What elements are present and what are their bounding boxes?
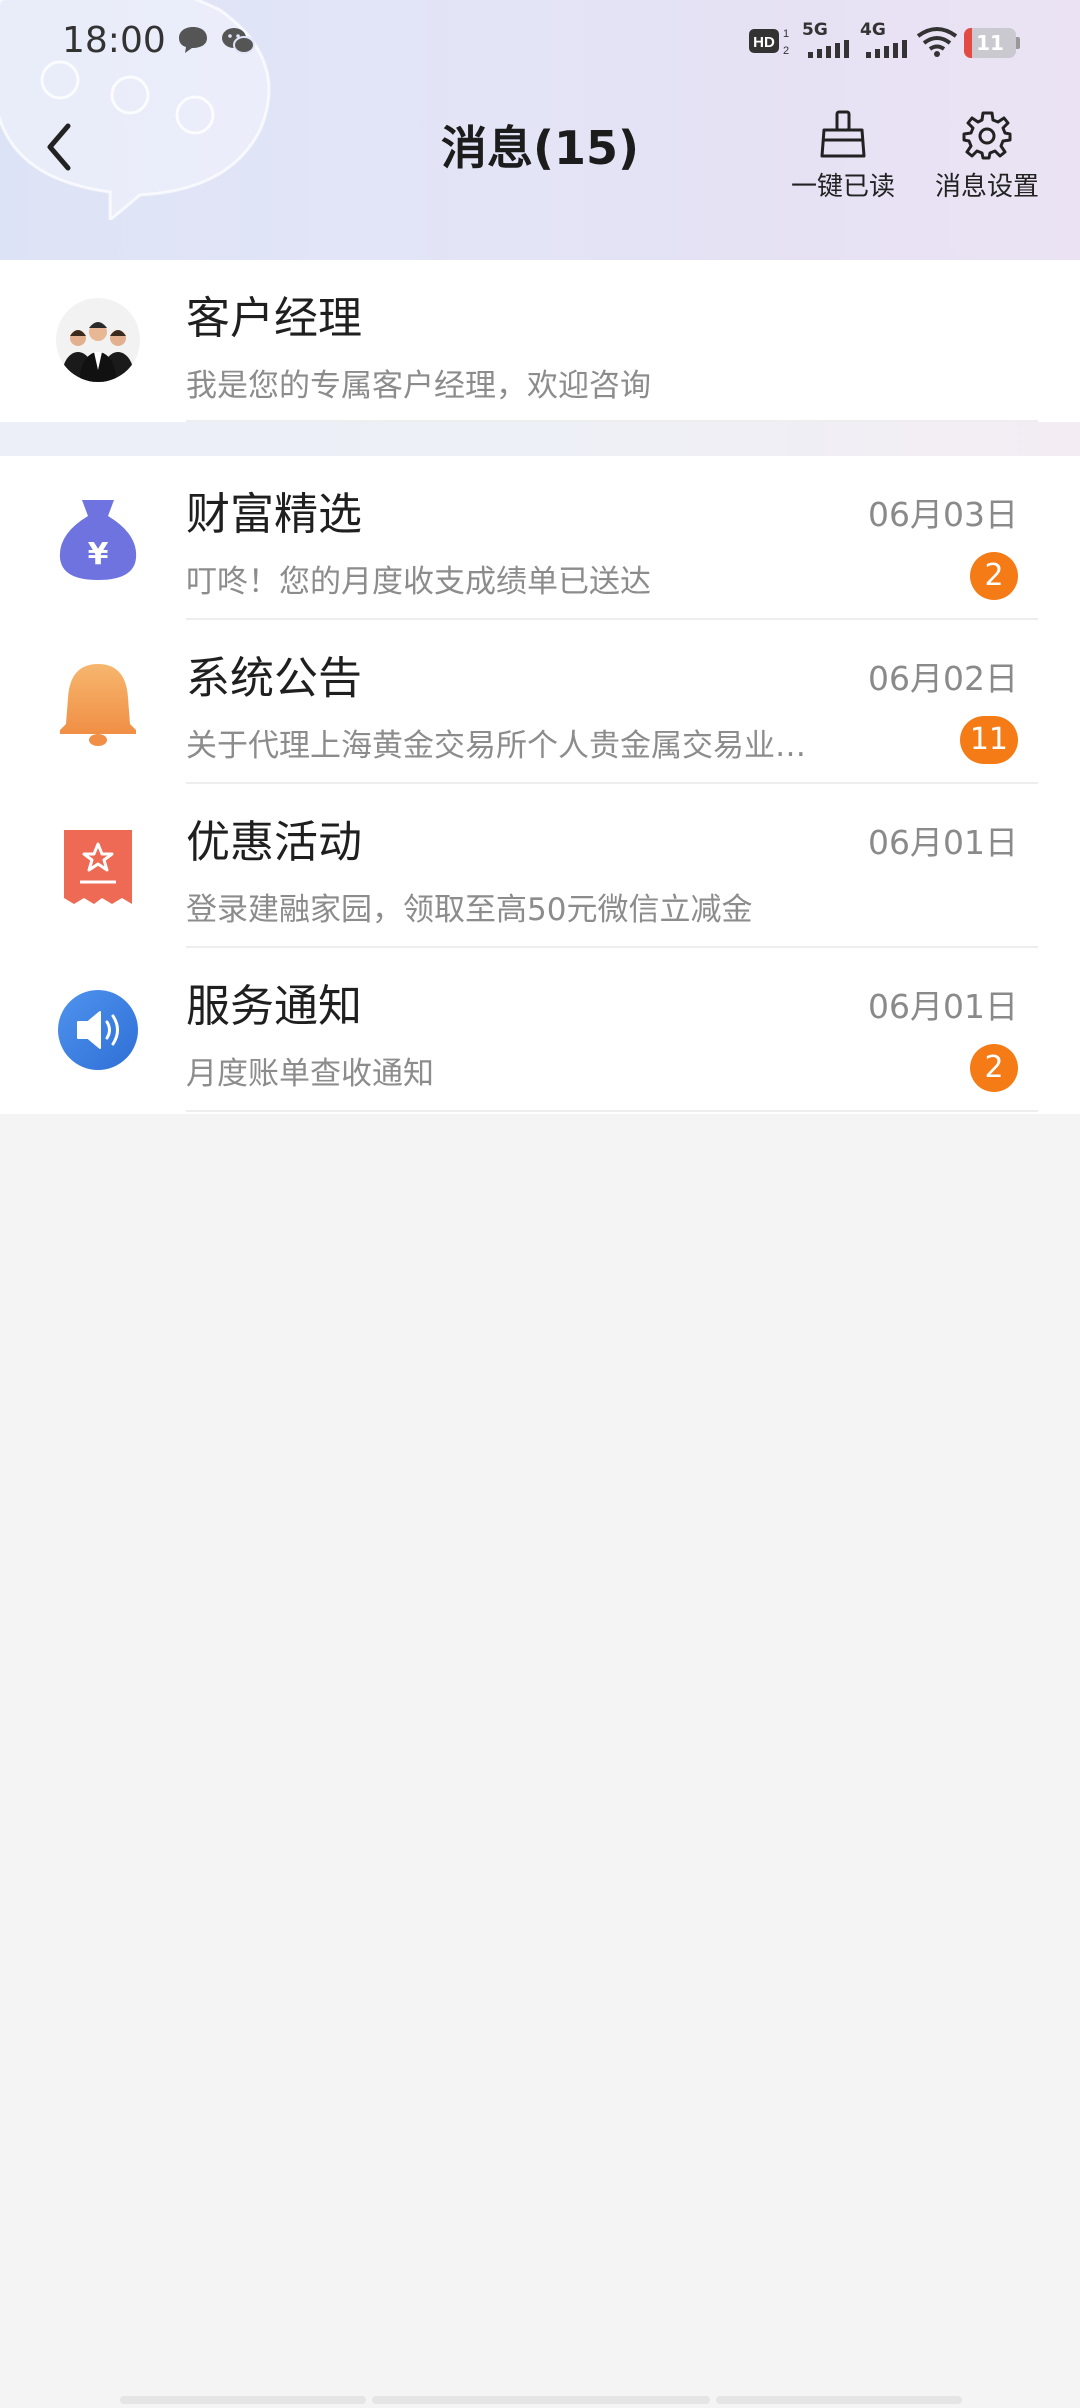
message-title: 服务通知	[186, 981, 362, 1032]
gesture-bar-left	[120, 2396, 366, 2404]
message-title: 财富精选	[186, 489, 362, 540]
manager-title: 客户经理	[186, 293, 362, 344]
unread-badge: 2	[970, 1044, 1018, 1092]
message-notification-icon	[179, 27, 207, 53]
money-bag-icon: ¥	[59, 500, 137, 580]
hd-voice-icon: HD 1 2	[749, 28, 789, 57]
svg-text:HD: HD	[753, 34, 775, 51]
page-title: 消息(15)	[440, 121, 640, 175]
wifi-icon	[916, 27, 958, 57]
broom-icon	[820, 110, 866, 158]
svg-text:¥: ¥	[88, 537, 109, 572]
message-title: 优惠活动	[186, 817, 362, 868]
list-item-wealth[interactable]: ¥ 财富精选 叮咚！您的月度收支成绩单已送达 06月03日 2	[0, 456, 1080, 620]
list-item-promotion[interactable]: 优惠活动 登录建融家园，领取至高50元微信立减金 06月01日	[0, 784, 1080, 948]
gesture-bar-right	[716, 2396, 962, 2404]
signal-strength-4g-icon	[866, 40, 907, 58]
status-time: 18:00	[62, 20, 166, 61]
status-bar: 18:00 HD 1 2 5G 4G 11	[0, 0, 1080, 84]
svg-text:2: 2	[783, 45, 789, 57]
message-date: 06月02日	[868, 659, 1018, 698]
list-item-customer-manager[interactable]: 客户经理 我是您的专属客户经理，欢迎咨询	[0, 260, 1080, 422]
unread-badge: 11	[959, 716, 1018, 764]
battery-icon: 11	[964, 28, 1020, 58]
list-item-announcement[interactable]: 系统公告 关于代理上海黄金交易所个人贵金属交易业… 06月02日 11	[0, 620, 1080, 784]
message-preview: 叮咚！您的月度收支成绩单已送达	[186, 564, 651, 600]
message-settings-label: 消息设置	[934, 172, 1039, 202]
gear-icon	[962, 111, 1012, 160]
list-item-service-notice[interactable]: 服务通知 月度账单查收通知 06月01日 2	[0, 948, 1080, 1112]
message-preview: 关于代理上海黄金交易所个人贵金属交易业…	[186, 728, 806, 764]
message-preview: 月度账单查收通知	[186, 1056, 434, 1092]
manager-subtitle: 我是您的专属客户经理，欢迎咨询	[186, 368, 651, 404]
network-label-4g: 4G	[860, 20, 886, 40]
network-label-5g: 5G	[802, 20, 828, 40]
svg-text:1: 1	[783, 28, 789, 40]
signal-strength-5g-icon	[808, 40, 849, 58]
mark-all-read-button[interactable]: 一键已读	[778, 110, 908, 203]
mark-all-read-label: 一键已读	[790, 172, 895, 202]
message-settings-button[interactable]: 消息设置	[922, 110, 1052, 203]
bell-icon	[60, 664, 136, 746]
battery-level: 11	[976, 31, 1004, 55]
wechat-notification-icon	[222, 28, 255, 54]
message-preview: 登录建融家园，领取至高50元微信立减金	[186, 892, 753, 928]
section-separator	[0, 422, 1080, 456]
row-divider	[186, 1110, 1038, 1112]
message-date: 06月01日	[868, 823, 1018, 862]
unread-badge: 2	[970, 552, 1018, 600]
gesture-bar-center[interactable]	[372, 2396, 710, 2404]
message-title: 系统公告	[186, 653, 362, 704]
header: 18:00 HD 1 2 5G 4G 11 消息(15) 一键已读 消息设置	[0, 0, 1080, 260]
avatar	[56, 298, 140, 382]
speaker-icon	[58, 990, 138, 1070]
message-date: 06月01日	[868, 987, 1018, 1026]
message-date: 06月03日	[868, 495, 1018, 534]
message-category-list: ¥ 财富精选 叮咚！您的月度收支成绩单已送达 06月03日 2 系统公告 关于代…	[0, 456, 1080, 1114]
customer-manager-card[interactable]: 客户经理 我是您的专属客户经理，欢迎咨询	[0, 260, 1080, 422]
coupon-icon	[64, 830, 132, 904]
